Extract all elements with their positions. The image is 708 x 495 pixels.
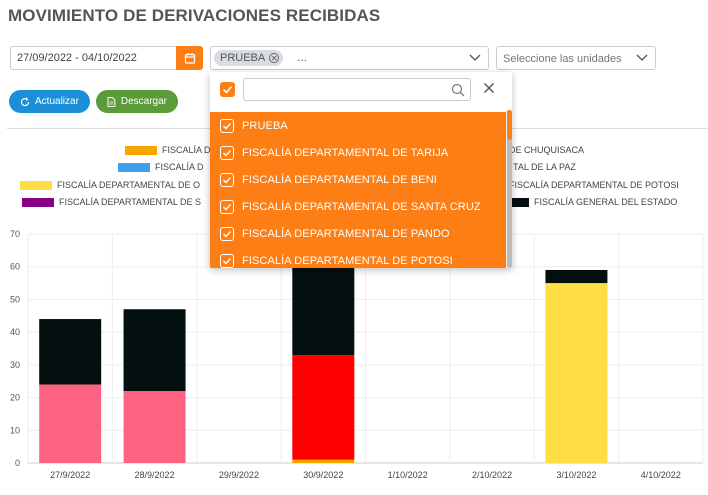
legend-label: FISCALÍA DEPARTAMENTAL DE O xyxy=(57,180,201,190)
bar-segment xyxy=(545,269,608,284)
chevron-down-icon[interactable] xyxy=(469,53,481,63)
legend-item[interactable]: FISCALÍA DEPARTAMENTAL DE POTOSI xyxy=(509,179,679,191)
dropdown-option[interactable]: FISCALÍA DEPARTAMENTAL DE POTOSI xyxy=(210,247,506,268)
selected-tag-label: PRUEBA xyxy=(220,52,266,64)
check-icon xyxy=(222,85,233,94)
y-tick-label: 0 xyxy=(15,458,20,468)
legend-item[interactable]: DE CHUQUISACA xyxy=(509,144,584,156)
legend-item[interactable]: FISCALÍA D xyxy=(118,161,204,173)
dropdown-option[interactable]: FISCALÍA DEPARTAMENTAL DE BENI xyxy=(210,166,506,193)
y-tick-label: 30 xyxy=(10,360,20,370)
chevron-down-icon xyxy=(636,54,648,61)
actualizar-label: Actualizar xyxy=(35,96,79,107)
dropdown-search-row xyxy=(210,72,512,110)
bar-segment xyxy=(39,319,102,385)
bar-segment xyxy=(292,459,355,463)
dropdown-option-label: PRUEBA xyxy=(242,119,288,132)
legend-swatch xyxy=(118,162,150,172)
remove-tag-icon[interactable]: ✕ xyxy=(269,53,280,63)
legend-item[interactable]: TAL DE LA PAZ xyxy=(513,161,576,173)
descargar-button[interactable]: Descargar xyxy=(96,90,178,113)
checkbox-checked-icon xyxy=(220,253,234,268)
y-tick-label: 50 xyxy=(10,294,20,304)
file-icon xyxy=(107,96,116,107)
y-tick-label: 20 xyxy=(10,393,20,403)
legend-swatch xyxy=(22,197,54,207)
checkbox-checked-icon xyxy=(220,199,234,214)
legend-swatch xyxy=(125,145,157,155)
legend-item[interactable]: FISCALÍA D xyxy=(125,144,211,156)
y-tick-label: 70 xyxy=(10,229,20,239)
fiscalia-multiselect[interactable]: PRUEBA ✕ ... xyxy=(210,46,489,70)
dropdown-option-label: FISCALÍA DEPARTAMENTAL DE BENI xyxy=(242,173,437,186)
x-tick-label: 3/10/2022 xyxy=(556,470,596,480)
actualizar-button[interactable]: Actualizar xyxy=(9,90,90,113)
dropdown-options-list: PRUEBA FISCALÍA DEPARTAMENTAL DE TARIJA … xyxy=(210,112,506,268)
units-select[interactable]: Seleccione las unidades xyxy=(496,46,656,70)
dropdown-option-label: FISCALÍA DEPARTAMENTAL DE POTOSI xyxy=(242,254,453,267)
page-title: MOVIMIENTO DE DERIVACIONES RECIBIDAS xyxy=(8,6,381,25)
dropdown-option[interactable]: FISCALÍA DEPARTAMENTAL DE SANTA CRUZ xyxy=(210,193,506,220)
y-tick-label: 10 xyxy=(10,425,20,435)
y-tick-label: 40 xyxy=(10,327,20,337)
x-tick-label: 27/9/2022 xyxy=(50,470,90,480)
checkbox-checked-icon xyxy=(220,172,234,187)
dropdown-search-input[interactable] xyxy=(243,78,471,101)
bar-segment xyxy=(123,391,186,463)
date-range-input[interactable]: 27/09/2022 - 04/10/2022 xyxy=(10,46,176,70)
bar-segment xyxy=(39,384,102,463)
calendar-button[interactable] xyxy=(176,46,203,70)
dropdown-option-label: FISCALÍA DEPARTAMENTAL DE SANTA CRUZ xyxy=(242,200,481,213)
more-selected-indicator: ... xyxy=(297,50,308,64)
legend-item[interactable]: FISCALÍA DEPARTAMENTAL DE O xyxy=(20,179,200,191)
legend-label: FISCALÍA DEPARTAMENTAL DE POTOSI xyxy=(509,180,679,190)
dropdown-option[interactable]: FISCALÍA DEPARTAMENTAL DE TARIJA xyxy=(210,139,506,166)
checkbox-checked-icon xyxy=(220,118,234,133)
legend-label: DE CHUQUISACA xyxy=(509,145,585,155)
bar-segment xyxy=(123,309,186,392)
x-tick-label: 2/10/2022 xyxy=(472,470,512,480)
selected-tag: PRUEBA ✕ xyxy=(214,50,284,66)
calendar-icon xyxy=(184,53,195,64)
bar-segment xyxy=(292,355,355,460)
legend-item[interactable]: FISCALÍA GENERAL DEL ESTADO xyxy=(497,196,677,208)
descargar-label: Descargar xyxy=(120,96,167,107)
dropdown-option[interactable]: PRUEBA xyxy=(210,112,506,139)
y-tick-label: 60 xyxy=(10,262,20,272)
refresh-icon xyxy=(20,96,30,106)
search-icon xyxy=(451,83,465,97)
legend-label: FISCALÍA D xyxy=(162,145,211,155)
x-tick-label: 1/10/2022 xyxy=(388,470,428,480)
checkbox-checked-icon xyxy=(220,145,234,160)
legend-item[interactable]: FISCALÍA DEPARTAMENTAL DE S xyxy=(22,196,201,208)
legend-label: FISCALÍA D xyxy=(155,162,204,172)
scrollbar-thumb[interactable] xyxy=(507,110,512,140)
x-tick-label: 30/9/2022 xyxy=(303,470,343,480)
x-tick-label: 4/10/2022 xyxy=(641,470,681,480)
dropdown-option-label: FISCALÍA DEPARTAMENTAL DE TARIJA xyxy=(242,146,449,159)
x-tick-label: 28/9/2022 xyxy=(135,470,175,480)
dropdown-scrollbar[interactable] xyxy=(506,110,512,268)
units-placeholder: Seleccione las unidades xyxy=(503,53,622,65)
checkbox-checked-icon xyxy=(220,226,234,241)
bar-segment xyxy=(545,283,608,463)
legend-label: FISCALÍA GENERAL DEL ESTADO xyxy=(534,197,678,207)
dropdown-option-label: FISCALÍA DEPARTAMENTAL DE PANDO xyxy=(242,227,450,240)
fiscalia-dropdown-panel: PRUEBA FISCALÍA DEPARTAMENTAL DE TARIJA … xyxy=(210,72,512,268)
x-tick-label: 29/9/2022 xyxy=(219,470,259,480)
close-icon[interactable] xyxy=(483,82,495,94)
select-all-checkbox[interactable] xyxy=(220,82,235,97)
dropdown-option[interactable]: FISCALÍA DEPARTAMENTAL DE PANDO xyxy=(210,220,506,247)
legend-label: TAL DE LA PAZ xyxy=(513,162,576,172)
legend-swatch xyxy=(20,180,52,190)
legend-label: FISCALÍA DEPARTAMENTAL DE S xyxy=(59,197,202,207)
